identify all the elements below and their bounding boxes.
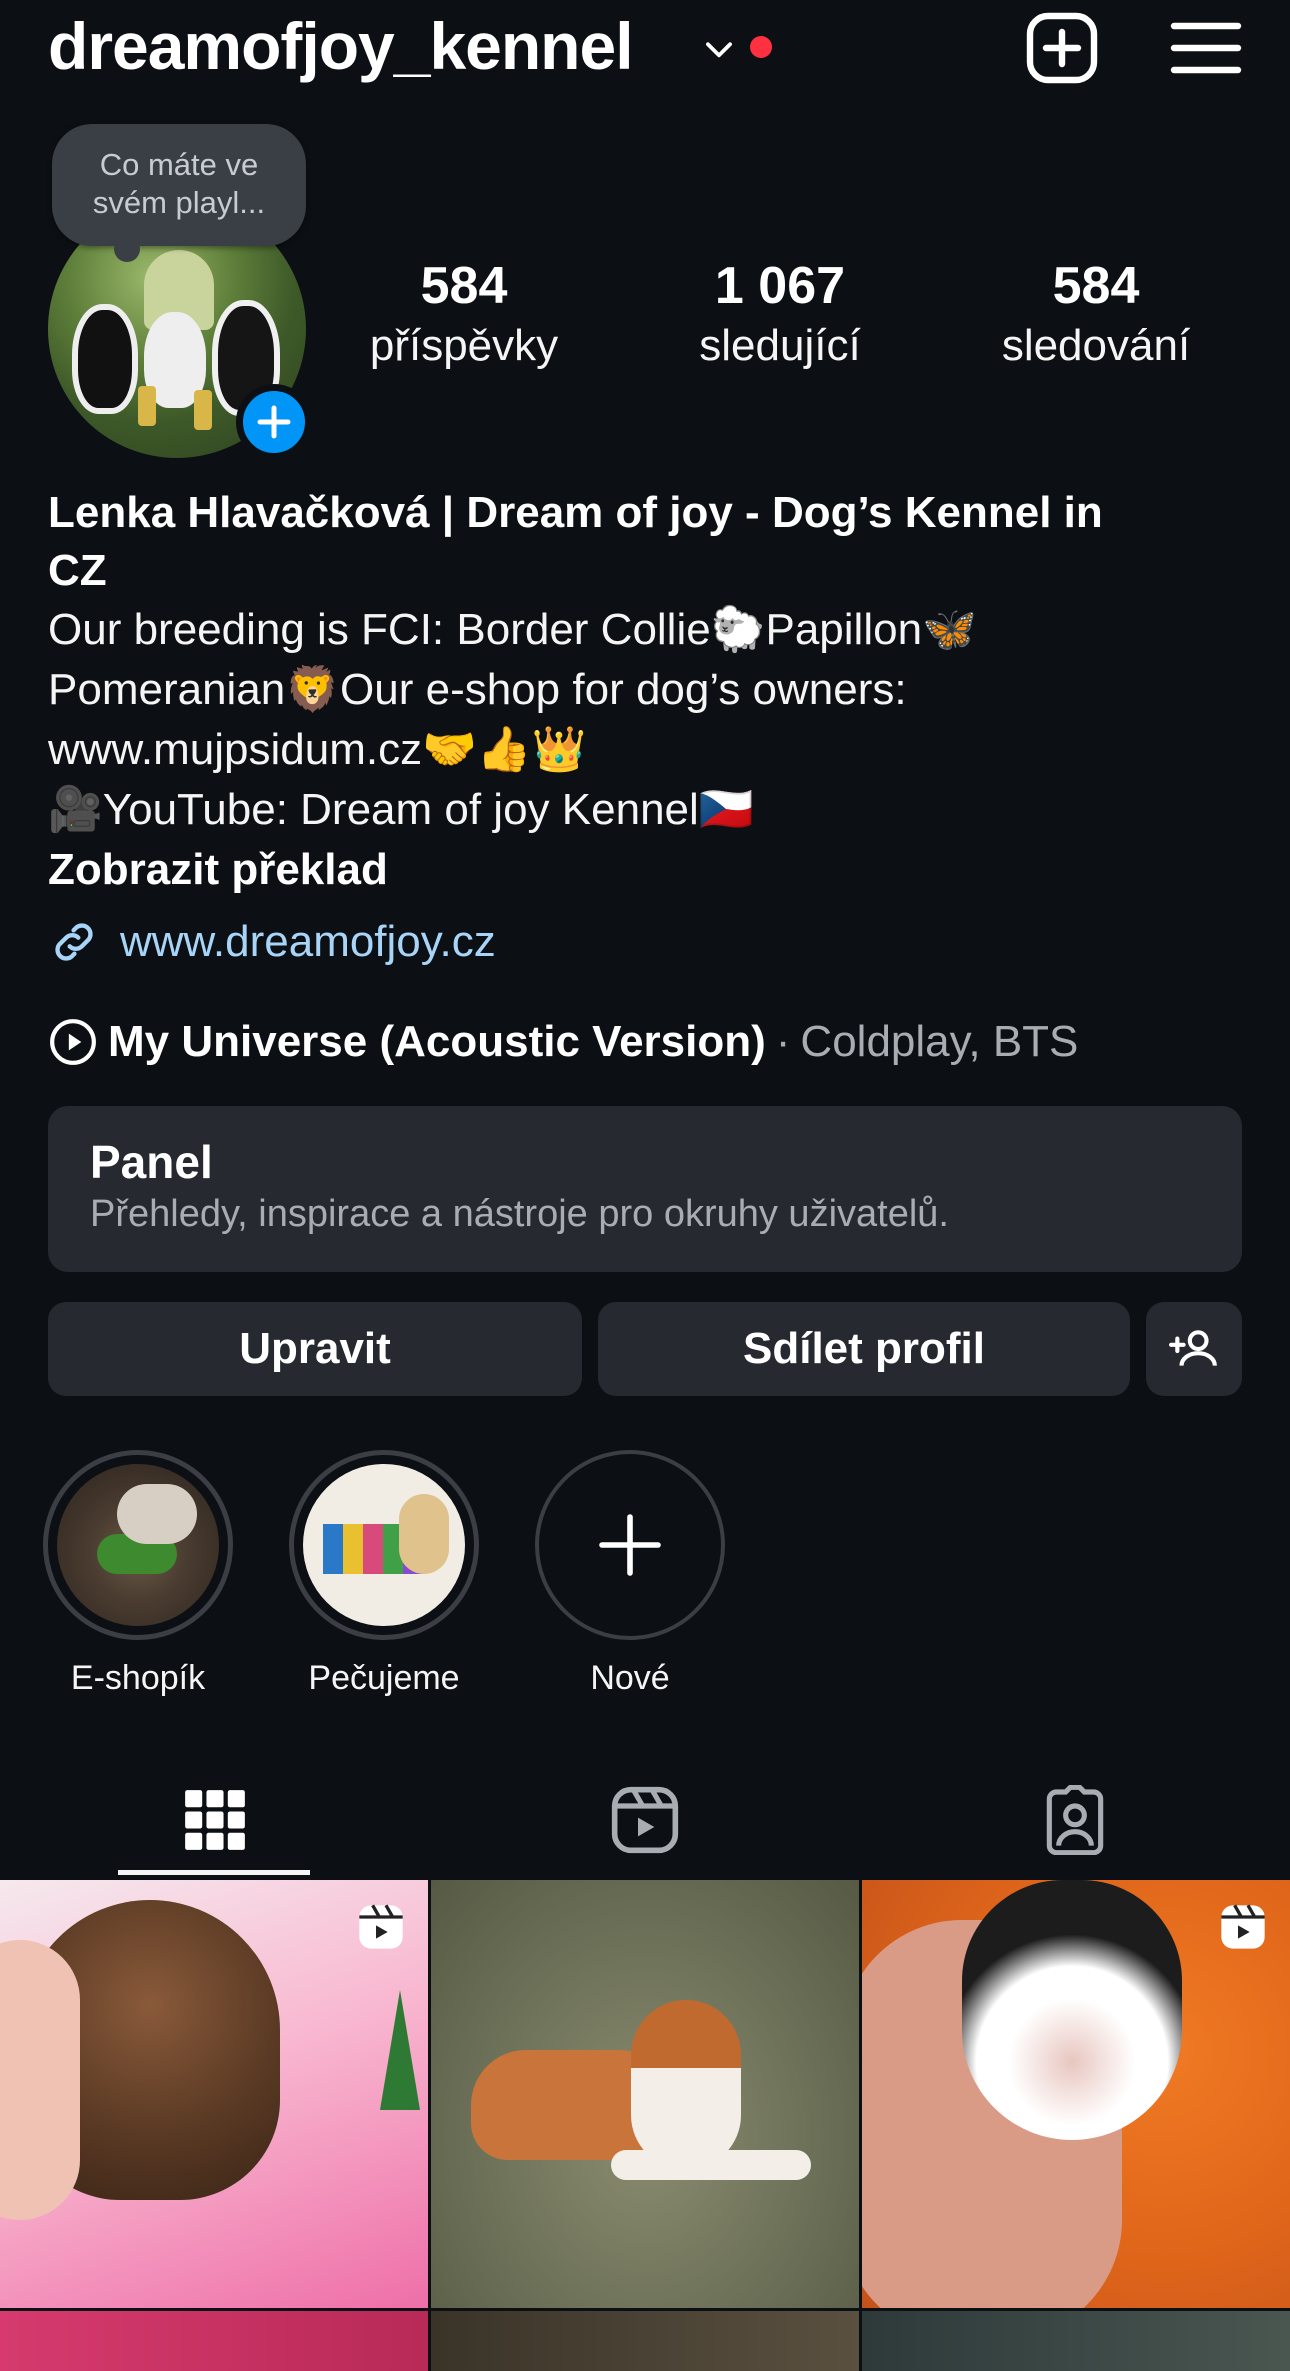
stat-label: sledování: [1001, 321, 1191, 370]
plus-icon: [599, 1514, 661, 1576]
post-dog-shape: [631, 2000, 741, 2170]
highlight-label: E-shopík: [70, 1659, 206, 1697]
music-artist: Coldplay, BTS: [800, 1017, 1079, 1066]
active-tab-indicator: [118, 1870, 310, 1875]
create-plus-icon[interactable]: [1022, 8, 1102, 88]
grid-icon: [185, 1790, 245, 1850]
post-thumbnail[interactable]: [0, 2311, 428, 2371]
new-highlight-button[interactable]: [535, 1450, 725, 1640]
reel-badge-icon: [1221, 1904, 1265, 1949]
bio-text-line: 🎥YouTube: Dream of joy Kennel🇨🇿: [48, 785, 754, 834]
music-title: My Universe (Acoustic Version): [108, 1017, 766, 1066]
post-thumbnail[interactable]: [431, 2311, 859, 2371]
link-icon: [55, 923, 93, 961]
professional-dashboard[interactable]: Panel Přehledy, inspirace a nástroje pro…: [48, 1106, 1242, 1272]
post-thumbnail[interactable]: [862, 1880, 1290, 2308]
see-translation-link[interactable]: Zobrazit překlad: [48, 840, 1248, 900]
stat-label: sledující: [699, 321, 861, 370]
share-profile-button[interactable]: Sdílet profil: [598, 1302, 1130, 1396]
reel-badge-icon: [359, 1904, 403, 1949]
music-separator: ·: [775, 1017, 791, 1066]
highlight-ring: [43, 1450, 233, 1640]
bio-link-text: www.dreamofjoy.cz: [120, 917, 496, 966]
menu-icon[interactable]: [1166, 8, 1246, 88]
play-circle-icon: [50, 1019, 96, 1065]
stat-value: 584: [420, 257, 508, 315]
profile-tabs: [0, 1764, 1290, 1876]
post-thumbnail[interactable]: [862, 2311, 1290, 2371]
profile-music[interactable]: My Universe (Acoustic Version) · Coldpla…: [48, 1012, 1078, 1072]
reels-icon: [611, 1786, 679, 1854]
highlight-pecujeme[interactable]: Pečujeme: [284, 1450, 484, 1698]
posts-grid: [0, 1880, 1290, 2371]
avatar-trophy-shape: [138, 386, 156, 426]
tagged-icon: [1046, 1785, 1104, 1855]
edit-profile-button[interactable]: Upravit: [48, 1302, 582, 1396]
stat-label: příspěvky: [369, 321, 559, 370]
post-tree-shape: [380, 1990, 420, 2110]
post-dog-shape: [611, 2150, 811, 2180]
highlight-ring: [289, 1450, 479, 1640]
highlight-cover: [303, 1464, 465, 1626]
plus-icon: [257, 405, 291, 439]
profile-header: dreamofjoy_kennel: [0, 0, 1290, 100]
panel-title: Panel: [90, 1136, 213, 1188]
post-hand-shape: [0, 1940, 80, 2220]
bio-text-line: www.mujpsidum.cz🤝👍👑: [48, 725, 587, 774]
discover-people-button[interactable]: [1146, 1302, 1242, 1396]
stat-value: 584: [1052, 257, 1140, 315]
bio-text-line: Pomeranian🦁Our e-shop for dog’s owners:: [48, 665, 907, 714]
avatar-trophy-shape: [194, 390, 212, 430]
bio-website-link[interactable]: www.dreamofjoy.cz: [48, 912, 496, 972]
tab-reels[interactable]: [430, 1764, 860, 1876]
highlight-label: Nové: [590, 1659, 670, 1697]
bio-name-cont: CZ: [48, 546, 107, 595]
notification-dot: [750, 36, 772, 58]
highlight-label: Pečujeme: [308, 1659, 460, 1697]
tab-tagged[interactable]: [860, 1764, 1290, 1876]
highlight-cover-shape: [399, 1494, 449, 1574]
username-switcher[interactable]: dreamofjoy_kennel: [48, 8, 634, 84]
stat-value: 1 067: [714, 257, 846, 315]
highlight-new[interactable]: Nové: [530, 1450, 730, 1698]
avatar-dog-shape: [72, 304, 138, 414]
highlight-cover: [57, 1464, 219, 1626]
post-thumbnail[interactable]: [0, 1880, 428, 2308]
note-text: Co máte ve svém playl...: [92, 147, 266, 220]
note-bubble[interactable]: Co máte ve svém playl...: [52, 124, 306, 262]
bio-name: Lenka Hlavačková | Dream of joy - Dog’s …: [48, 488, 1103, 537]
panel-subtitle: Přehledy, inspirace a nástroje pro okruh…: [90, 1193, 949, 1235]
highlight-cover-shape: [117, 1484, 197, 1544]
bio: Lenka Hlavačková | Dream of joy - Dog’s …: [48, 484, 1248, 900]
post-thumbnail[interactable]: [431, 1880, 859, 2308]
tab-posts[interactable]: [0, 1764, 430, 1876]
stat-followers[interactable]: 1 067 sledující: [650, 254, 910, 374]
add-person-icon: [1169, 1330, 1217, 1366]
post-puppy-shape: [962, 1880, 1182, 2140]
stat-following[interactable]: 584 sledování: [966, 254, 1226, 374]
chevron-down-icon[interactable]: [700, 30, 738, 68]
stat-posts[interactable]: 584 příspěvky: [334, 254, 594, 374]
add-story-button[interactable]: [236, 384, 312, 460]
highlight-eshopik[interactable]: E-shopík: [38, 1450, 238, 1698]
bio-text-line: Our breeding is FCI: Border Collie🐑Papil…: [48, 605, 977, 654]
